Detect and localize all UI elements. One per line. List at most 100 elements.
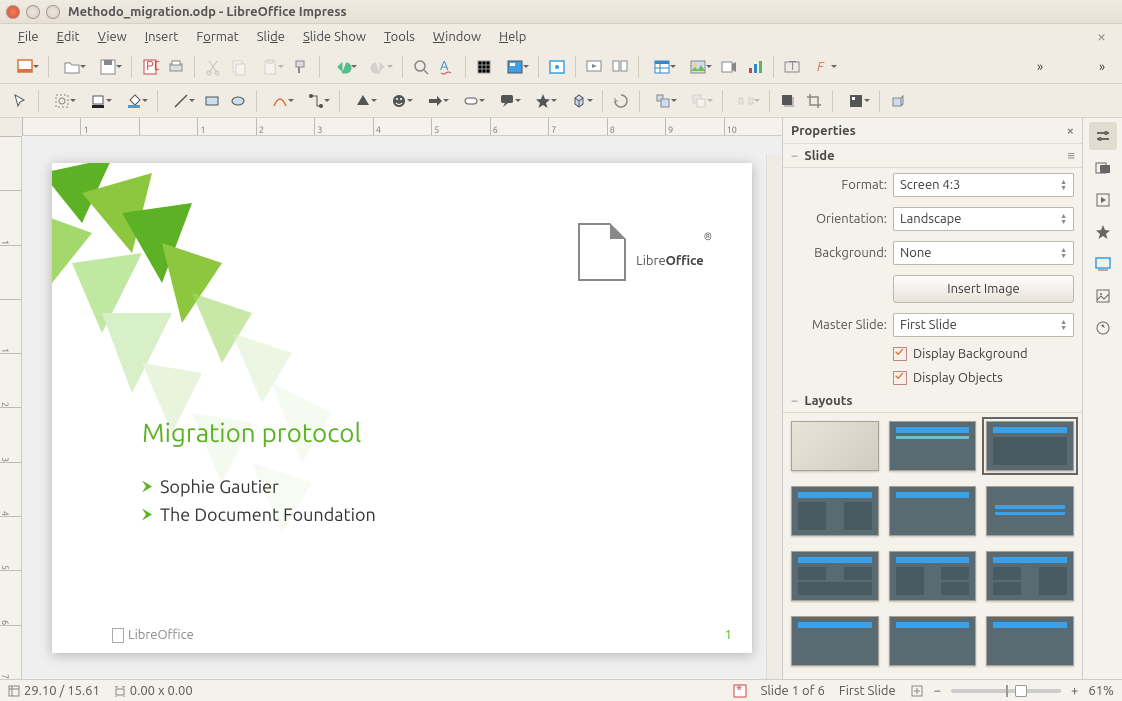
menu-help[interactable]: Help bbox=[491, 27, 534, 47]
slide-title[interactable]: Migration protocol bbox=[142, 418, 361, 447]
menu-tools[interactable]: Tools bbox=[376, 27, 423, 47]
symbol-shapes-tool[interactable] bbox=[382, 89, 416, 113]
tab-gallery[interactable] bbox=[1089, 282, 1117, 310]
cut-button[interactable] bbox=[201, 55, 225, 79]
image-button[interactable] bbox=[681, 55, 715, 79]
new-button[interactable] bbox=[8, 55, 42, 79]
toolbar-more-button[interactable]: » bbox=[1090, 55, 1114, 79]
arrange-tool[interactable] bbox=[682, 89, 716, 113]
arrow-shapes-tool[interactable] bbox=[418, 89, 452, 113]
menubar-close-icon[interactable]: × bbox=[1091, 28, 1112, 46]
3d-tool[interactable] bbox=[562, 89, 596, 113]
layout-two-content[interactable] bbox=[791, 486, 879, 536]
menu-view[interactable]: View bbox=[90, 27, 135, 47]
slide-canvas[interactable]: LibreOffice® Migration protocol Sophie G… bbox=[22, 136, 782, 679]
slide-bullet[interactable]: Sophie Gautier bbox=[142, 473, 376, 501]
format-select[interactable]: Screen 4:3▲▼ bbox=[893, 173, 1074, 197]
distribute-tool[interactable] bbox=[729, 89, 763, 113]
layout-row3[interactable] bbox=[986, 616, 1074, 666]
layout-centered[interactable] bbox=[986, 486, 1074, 536]
slide-bullet[interactable]: The Document Foundation bbox=[142, 501, 376, 529]
vertical-ruler[interactable]: 11234567 bbox=[0, 136, 22, 679]
select-tool[interactable] bbox=[8, 89, 32, 113]
rotate-tool[interactable] bbox=[609, 89, 633, 113]
layout-row[interactable] bbox=[791, 616, 879, 666]
tab-animation[interactable] bbox=[1089, 186, 1117, 214]
display-objects-checkbox[interactable] bbox=[893, 371, 907, 385]
menu-file[interactable]: File bbox=[10, 27, 47, 47]
orientation-select[interactable]: Landscape▲▼ bbox=[893, 207, 1074, 231]
spellcheck-button[interactable]: A bbox=[435, 55, 459, 79]
menu-edit[interactable]: Edit bbox=[49, 27, 88, 47]
copy-button[interactable] bbox=[227, 55, 251, 79]
display-background-checkbox[interactable] bbox=[893, 347, 907, 361]
zoom-slider[interactable] bbox=[951, 689, 1061, 693]
insert-image-button[interactable]: Insert Image bbox=[893, 275, 1074, 303]
line-color-button[interactable] bbox=[81, 89, 115, 113]
tab-slide-transition[interactable] bbox=[1089, 154, 1117, 182]
filter-button[interactable] bbox=[839, 89, 873, 113]
table-button[interactable] bbox=[645, 55, 679, 79]
section-menu-icon[interactable]: ≡ bbox=[1067, 148, 1074, 163]
find-button[interactable] bbox=[409, 55, 433, 79]
menu-slideshow[interactable]: Slide Show bbox=[295, 27, 374, 47]
zoom-tool[interactable] bbox=[45, 89, 79, 113]
maximize-window-button[interactable] bbox=[46, 5, 60, 19]
menu-insert[interactable]: Insert bbox=[137, 27, 187, 47]
slide[interactable]: LibreOffice® Migration protocol Sophie G… bbox=[52, 163, 752, 653]
tab-navigator[interactable] bbox=[1089, 314, 1117, 342]
background-select[interactable]: None▲▼ bbox=[893, 241, 1074, 265]
layout-title-content[interactable] bbox=[986, 421, 1074, 471]
master-select[interactable]: First Slide▲▼ bbox=[893, 313, 1074, 337]
layout-3col[interactable] bbox=[889, 551, 977, 601]
slide-bullet-list[interactable]: Sophie Gautier The Document Foundation bbox=[142, 473, 376, 529]
extrusion-button[interactable] bbox=[886, 89, 910, 113]
menu-format[interactable]: Format bbox=[188, 27, 246, 47]
flowchart-tool[interactable] bbox=[454, 89, 488, 113]
tab-master-slides[interactable] bbox=[1089, 218, 1117, 246]
grid-button[interactable] bbox=[472, 55, 496, 79]
minimize-window-button[interactable] bbox=[26, 5, 40, 19]
curve-tool[interactable] bbox=[263, 89, 297, 113]
layout-variant[interactable] bbox=[986, 551, 1074, 601]
toolbar-overflow-button[interactable]: » bbox=[1028, 55, 1052, 79]
export-pdf-button[interactable]: PDF bbox=[138, 55, 162, 79]
zoom-in-button[interactable]: + bbox=[1071, 684, 1078, 698]
tab-properties[interactable] bbox=[1089, 122, 1117, 150]
start-current-button[interactable] bbox=[608, 55, 632, 79]
basic-shapes-tool[interactable] bbox=[346, 89, 380, 113]
callout-tool[interactable] bbox=[490, 89, 524, 113]
menu-slide[interactable]: Slide bbox=[249, 27, 293, 47]
start-slideshow-button[interactable] bbox=[582, 55, 606, 79]
zoom-level[interactable]: 61% bbox=[1088, 684, 1114, 698]
close-window-button[interactable] bbox=[6, 5, 20, 19]
align-tool[interactable] bbox=[646, 89, 680, 113]
crop-button[interactable] bbox=[802, 89, 826, 113]
zoom-out-button[interactable]: − bbox=[934, 684, 941, 698]
redo-button[interactable] bbox=[362, 55, 396, 79]
tab-styles[interactable] bbox=[1089, 250, 1117, 278]
save-button[interactable] bbox=[91, 55, 125, 79]
clone-format-button[interactable] bbox=[289, 55, 313, 79]
fontwork-button[interactable]: F bbox=[806, 55, 840, 79]
star-tool[interactable] bbox=[526, 89, 560, 113]
print-button[interactable] bbox=[164, 55, 188, 79]
shadow-button[interactable] bbox=[776, 89, 800, 113]
section-slide-header[interactable]: Slide≡ bbox=[783, 144, 1082, 168]
line-tool[interactable] bbox=[164, 89, 198, 113]
panel-close-icon[interactable]: × bbox=[1067, 124, 1074, 138]
layout-title[interactable] bbox=[889, 421, 977, 471]
ellipse-tool[interactable] bbox=[226, 89, 250, 113]
layout-row2[interactable] bbox=[889, 616, 977, 666]
master-slide-button[interactable] bbox=[545, 55, 569, 79]
rect-tool[interactable] bbox=[200, 89, 224, 113]
display-views-button[interactable] bbox=[498, 55, 532, 79]
section-layouts-header[interactable]: Layouts bbox=[783, 390, 1082, 413]
connector-tool[interactable] bbox=[299, 89, 333, 113]
undo-button[interactable] bbox=[326, 55, 360, 79]
paste-button[interactable] bbox=[253, 55, 287, 79]
media-button[interactable] bbox=[717, 55, 741, 79]
open-button[interactable] bbox=[55, 55, 89, 79]
menu-window[interactable]: Window bbox=[425, 27, 489, 47]
horizontal-ruler[interactable]: 112345678910 bbox=[22, 118, 782, 136]
